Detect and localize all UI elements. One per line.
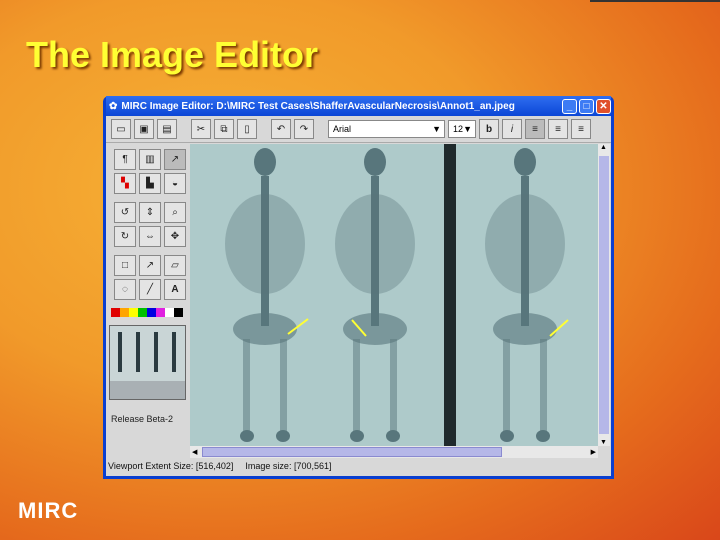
rotate-left-icon[interactable]: ↺ [114, 202, 136, 223]
chart-icon[interactable]: ▙ [139, 173, 161, 194]
skeleton-shape [276, 430, 290, 442]
scroll-down-icon[interactable]: ▼ [600, 439, 607, 446]
image-size: Image size: [700,561] [245, 461, 332, 471]
skeleton-shape [540, 339, 547, 439]
horizontal-scrollbar[interactable]: ◀ ▶ [190, 446, 598, 458]
flip-vertical-icon[interactable]: ⇕ [139, 202, 161, 223]
arrow-cursor-icon[interactable]: ↗ [164, 149, 186, 170]
skeleton-shape [240, 430, 254, 442]
chevron-down-icon: ▼ [463, 124, 472, 134]
align-right-icon[interactable]: ≡ [571, 119, 591, 139]
color-swatch[interactable] [120, 308, 129, 317]
skeleton-shape [233, 313, 297, 345]
save-as-icon[interactable]: ▤ [157, 119, 177, 139]
paste-icon[interactable]: ▯ [237, 119, 257, 139]
copy-icon[interactable]: ⧉ [214, 119, 234, 139]
release-label: Release Beta-2 [111, 414, 174, 424]
italic-button[interactable]: i [502, 119, 522, 139]
skeleton-shape [536, 430, 550, 442]
move-icon[interactable]: ✥ [164, 226, 186, 247]
skeleton-shape [386, 430, 400, 442]
slide-title: The Image Editor [26, 34, 319, 75]
color-icon[interactable]: ▚ [114, 173, 136, 194]
title-bar[interactable]: ✿ MIRC Image Editor: D:\MIRC Test Cases\… [106, 96, 611, 116]
color-swatch[interactable] [156, 308, 165, 317]
image-thumbnail[interactable] [109, 325, 186, 400]
skeleton-shape [243, 339, 250, 439]
skeleton-shape [500, 430, 514, 442]
skeleton-shape [493, 313, 557, 345]
color-swatch[interactable] [165, 308, 174, 317]
skeleton-shape [514, 148, 536, 176]
vertical-scrollbar[interactable]: ▲ ▼ [598, 144, 610, 446]
text-icon[interactable]: A [164, 279, 186, 300]
minimize-button[interactable]: _ [562, 98, 577, 114]
maximize-button[interactable]: □ [579, 98, 594, 114]
skeleton-shape [343, 313, 407, 345]
skeleton-shape [390, 339, 397, 439]
skeleton-shape [353, 339, 360, 439]
skeleton-shape [350, 430, 364, 442]
flip-horizontal-icon[interactable]: ⇔ [139, 226, 161, 247]
color-swatch[interactable] [111, 308, 120, 317]
ellipse-icon[interactable]: ◌ [114, 279, 136, 300]
skeleton-shape [503, 339, 510, 439]
decorative-line [590, 0, 720, 2]
color-swatch[interactable] [129, 308, 138, 317]
color-swatch[interactable] [174, 308, 183, 317]
zoom-icon[interactable]: ⌕ [164, 202, 186, 223]
font-value: Arial [333, 124, 352, 134]
skeleton-shape [280, 339, 287, 439]
scroll-left-icon[interactable]: ◀ [192, 448, 197, 456]
app-icon: ✿ [109, 100, 118, 112]
image-canvas[interactable] [190, 144, 598, 446]
toolbar: ▭ ▣ ▤ ✂ ⧉ ▯ ↶ ↷ Arial ▼ 12 ▼ b i ≡ ≡ ≡ [106, 116, 611, 143]
brand-label: MIRC [18, 498, 79, 523]
skeleton-shape [364, 148, 386, 176]
scroll-up-icon[interactable]: ▲ [600, 144, 607, 151]
image-editor-window: ✿ MIRC Image Editor: D:\MIRC Test Cases\… [103, 96, 614, 479]
chevron-down-icon: ▼ [432, 124, 441, 134]
size-value: 12 [453, 124, 464, 134]
status-bar: Viewport Extent Size: [516,402] Image si… [108, 461, 331, 471]
close-button[interactable]: ✕ [596, 98, 611, 114]
eraser-icon[interactable]: ▱ [164, 255, 186, 276]
save-icon[interactable]: ▣ [134, 119, 154, 139]
skeleton-shape [254, 148, 276, 176]
scroll-right-icon[interactable]: ▶ [591, 448, 596, 456]
skeleton-shape [225, 194, 305, 294]
cut-icon[interactable]: ✂ [191, 119, 211, 139]
rectangle-icon[interactable]: □ [114, 255, 136, 276]
skeleton-shape [485, 194, 565, 294]
color-palette[interactable] [111, 308, 188, 317]
rotate-right-icon[interactable]: ↻ [114, 226, 136, 247]
align-center-icon[interactable]: ≡ [548, 119, 568, 139]
line-icon[interactable]: ╱ [139, 279, 161, 300]
align-left-icon[interactable]: ≡ [525, 119, 545, 139]
viewport-size: Viewport Extent Size: [516,402] [108, 461, 234, 471]
size-select[interactable]: 12 ▼ [448, 120, 476, 138]
window-title: MIRC Image Editor: D:\MIRC Test Cases\Sh… [121, 100, 515, 112]
font-select[interactable]: Arial ▼ [328, 120, 445, 138]
bucket-icon[interactable]: ◒ [164, 173, 186, 194]
undo-icon[interactable]: ↶ [271, 119, 291, 139]
open-icon[interactable]: ▭ [111, 119, 131, 139]
bold-button[interactable]: b [479, 119, 499, 139]
arrow-icon[interactable]: ↗ [139, 255, 161, 276]
select-icon[interactable]: ¶ [114, 149, 136, 170]
image-icon[interactable]: ▥ [139, 149, 161, 170]
skeleton-shape [335, 194, 415, 294]
tool-sidebar: ¶ ▥ ↗ ▚ ▙ ◒ ↺ ⇕ ⌕ ↻ ⇔ ✥ □ ↗ ▱ ◌ ╱ A Rele… [107, 144, 188, 446]
color-swatch[interactable] [138, 308, 147, 317]
color-swatch[interactable] [147, 308, 156, 317]
redo-icon[interactable]: ↷ [294, 119, 314, 139]
